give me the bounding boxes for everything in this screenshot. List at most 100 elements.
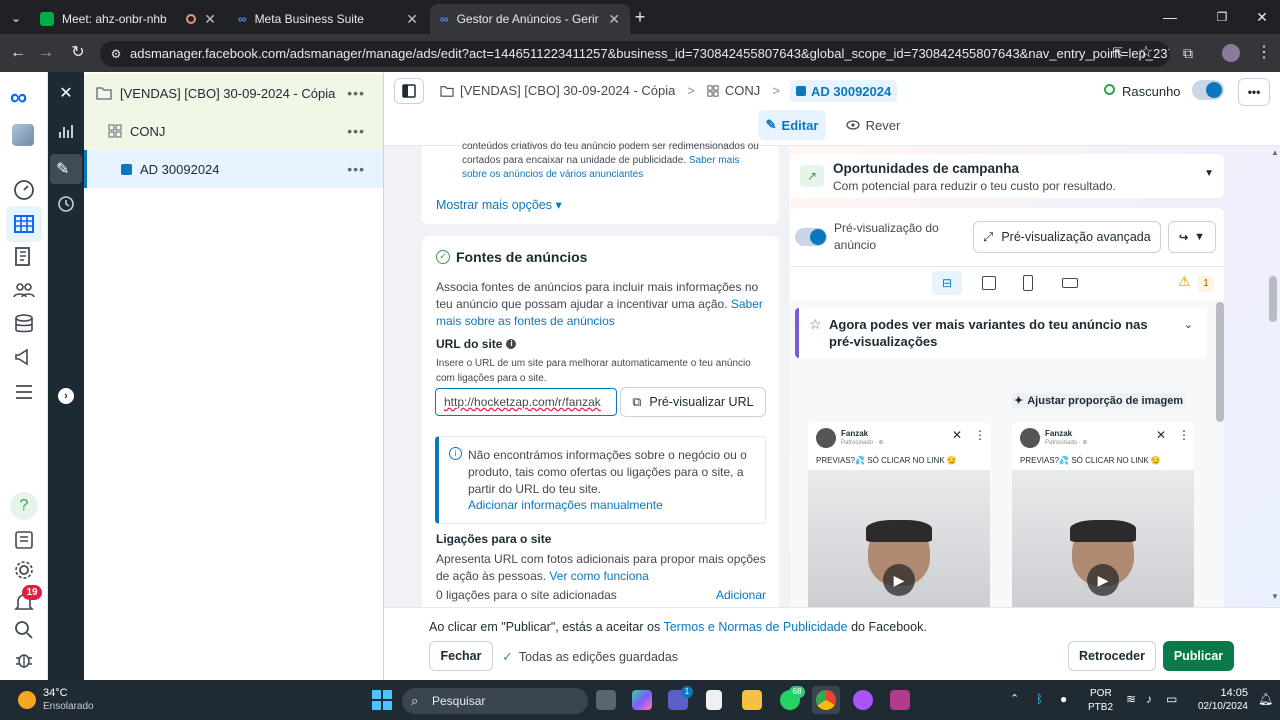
all-placements-icon[interactable]: ⊟ — [932, 271, 962, 295]
close-icon[interactable]: ✕ — [952, 428, 962, 442]
tree-item-ad[interactable]: AD 30092024 ••• — [84, 150, 383, 188]
advanced-preview-button[interactable]: ⤢ Pré-visualização avançada — [973, 221, 1161, 253]
forward-icon[interactable]: → — [36, 43, 56, 63]
extensions-icon[interactable]: ⧉ — [1178, 43, 1198, 63]
tree-item-adset[interactable]: CONJ ••• — [84, 112, 383, 150]
show-more-options-link[interactable]: Mostrar mais opções ▾ — [436, 197, 562, 212]
campaign-opportunities-card[interactable]: ↗ Oportunidades de campanha Com potencia… — [790, 154, 1224, 198]
campaign-more-options[interactable]: ••• — [347, 85, 365, 101]
maximize-icon[interactable]: ❐ — [1212, 7, 1232, 27]
battery-icon[interactable]: ▭ — [1166, 692, 1177, 706]
terms-link[interactable]: Termos e Normas de Publicidade — [663, 620, 847, 634]
browser-tab-ads-manager[interactable]: ∞ Gestor de Anúncios - Gerir Anú ✕ — [430, 4, 630, 34]
warning-icon[interactable]: ⚠ — [1178, 273, 1191, 290]
landscape-format-icon[interactable] — [1062, 278, 1078, 288]
pages-icon[interactable] — [12, 245, 36, 269]
preview-toggle-switch[interactable] — [795, 228, 827, 246]
page-scrollbar[interactable]: ▲ ▼ — [1268, 148, 1279, 604]
clock-date[interactable]: 02/10/2024 — [1188, 701, 1248, 712]
play-icon[interactable]: ▶ — [1087, 564, 1119, 596]
play-icon[interactable]: ▶ — [883, 564, 915, 596]
breadcrumb-adset[interactable]: CONJ — [725, 83, 760, 98]
profile-avatar[interactable] — [1222, 44, 1240, 62]
close-tab-icon[interactable]: ✕ — [608, 11, 620, 28]
preview-url-button[interactable]: ⧉ Pré-visualizar URL — [620, 387, 766, 417]
toggle-sidebar-icon[interactable] — [394, 78, 424, 104]
clock-time[interactable]: 14:05 — [1208, 687, 1248, 699]
ad-preview-card[interactable]: Fanzak Patrocinado · ⊕ ✕ ⋮ PREVIAS?💦 SÓ … — [1012, 422, 1194, 607]
back-button[interactable]: Retroceder — [1068, 641, 1156, 671]
bluetooth-icon[interactable]: ᛒ — [1036, 692, 1043, 706]
language-label[interactable]: POR — [1090, 688, 1112, 699]
history-clock-icon[interactable] — [56, 194, 76, 214]
info-icon[interactable]: i — [506, 339, 517, 349]
canva-icon[interactable] — [890, 690, 910, 710]
reports-icon[interactable] — [12, 528, 36, 552]
tray-overflow-icon[interactable]: ⌃ — [1010, 692, 1019, 705]
dashboard-gauge-icon[interactable] — [12, 178, 36, 202]
install-app-icon[interactable]: ⇱ — [1108, 43, 1128, 63]
chrome-icon[interactable] — [816, 690, 836, 710]
notepad-file-icon[interactable] — [706, 690, 722, 710]
file-explorer-icon[interactable] — [742, 690, 762, 710]
bookmark-star-icon[interactable]: ☆ — [1136, 43, 1156, 63]
search-icon[interactable] — [12, 618, 36, 642]
windows-start-icon[interactable] — [372, 690, 392, 710]
close-tab-icon[interactable]: ✕ — [406, 11, 418, 28]
app-icon[interactable] — [853, 690, 873, 710]
add-info-manually-link[interactable]: Adicionar informações manualmente — [468, 498, 663, 512]
browser-menu-icon[interactable]: ⋮ — [1254, 43, 1274, 63]
breadcrumb-campaign[interactable]: [VENDAS] [CBO] 30-09-2024 - Cópia — [460, 83, 675, 98]
volume-icon[interactable]: ♪ — [1146, 692, 1152, 706]
ad-more-options[interactable]: ••• — [347, 161, 365, 177]
tab-search-icon[interactable]: ⌄ — [6, 8, 26, 28]
share-dropdown-button[interactable]: ↪ ▼ — [1168, 221, 1216, 253]
review-tab[interactable]: Rever — [840, 110, 906, 140]
more-vertical-icon[interactable]: ⋮ — [1178, 428, 1190, 442]
help-icon[interactable]: ? — [10, 492, 38, 520]
hamburger-menu-icon[interactable] — [12, 380, 36, 404]
close-button[interactable]: Fechar — [429, 641, 493, 671]
campaign-toggle-switch[interactable] — [1192, 80, 1224, 100]
close-tab-icon[interactable]: ✕ — [204, 11, 216, 28]
bug-report-icon[interactable] — [12, 648, 36, 672]
add-site-link-button[interactable]: Adicionar — [716, 588, 766, 602]
close-window-icon[interactable]: ✕ — [1252, 7, 1272, 27]
pencil-edit-icon[interactable]: ✎ — [56, 159, 69, 179]
website-url-input[interactable]: http://hocketzap.com/r/fanzak — [435, 388, 617, 416]
megaphone-icon[interactable] — [12, 345, 36, 369]
adjust-ratio-button[interactable]: ✦ Ajustar proporção de imagem — [1012, 393, 1186, 408]
performance-chart-icon[interactable] — [54, 122, 78, 142]
url-input[interactable]: adsmanager.facebook.com/adsmanager/manag… — [100, 41, 1170, 67]
edit-tab[interactable]: ✎ Editar — [758, 110, 826, 140]
see-how-it-works-link[interactable]: Ver como funciona — [549, 569, 648, 583]
vertical-format-icon[interactable] — [1023, 275, 1033, 291]
billing-database-icon[interactable] — [12, 312, 36, 336]
meta-logo-icon[interactable]: ∞ — [10, 86, 27, 110]
close-editor-icon[interactable]: ✕ — [52, 80, 80, 108]
variants-banner[interactable]: ☆ Agora podes ver mais variantes do teu … — [795, 308, 1207, 358]
back-icon[interactable]: ← — [8, 43, 28, 63]
table-grid-icon[interactable] — [12, 212, 36, 236]
more-options-button[interactable]: ••• — [1238, 78, 1270, 106]
minimize-icon[interactable]: — — [1160, 7, 1180, 27]
square-format-icon[interactable] — [982, 276, 996, 290]
chevron-down-icon[interactable]: ⌄ — [1184, 318, 1193, 331]
more-vertical-icon[interactable]: ⋮ — [974, 428, 986, 442]
taskbar-search-input[interactable]: ⌕ Pesquisar — [402, 688, 588, 714]
adset-more-options[interactable]: ••• — [347, 123, 365, 139]
expand-panel-icon[interactable]: › — [58, 388, 74, 404]
site-info-icon[interactable]: ⚙ — [106, 44, 126, 64]
new-tab-icon[interactable]: + — [630, 7, 650, 27]
account-avatar[interactable] — [12, 124, 34, 146]
settings-gear-icon[interactable] — [12, 558, 36, 582]
browser-tab-business-suite[interactable]: ∞ Meta Business Suite ✕ — [228, 4, 428, 34]
microphone-icon[interactable]: ● — [1060, 692, 1067, 706]
publish-button[interactable]: Publicar — [1163, 641, 1234, 671]
notification-bell-icon[interactable]: 🔔︎ — [1258, 692, 1273, 706]
browser-tab-meet[interactable]: Meet: ahz-onbr-nhb ✕ — [30, 4, 226, 34]
task-view-icon[interactable] — [596, 690, 616, 710]
ad-preview-card[interactable]: Fanzak Patrocinado · ⊕ ✕ ⋮ PREVIAS?💦 SÓ … — [808, 422, 990, 607]
keyboard-layout-label[interactable]: PTB2 — [1088, 702, 1113, 713]
preview-scrollbar[interactable] — [1216, 302, 1224, 422]
